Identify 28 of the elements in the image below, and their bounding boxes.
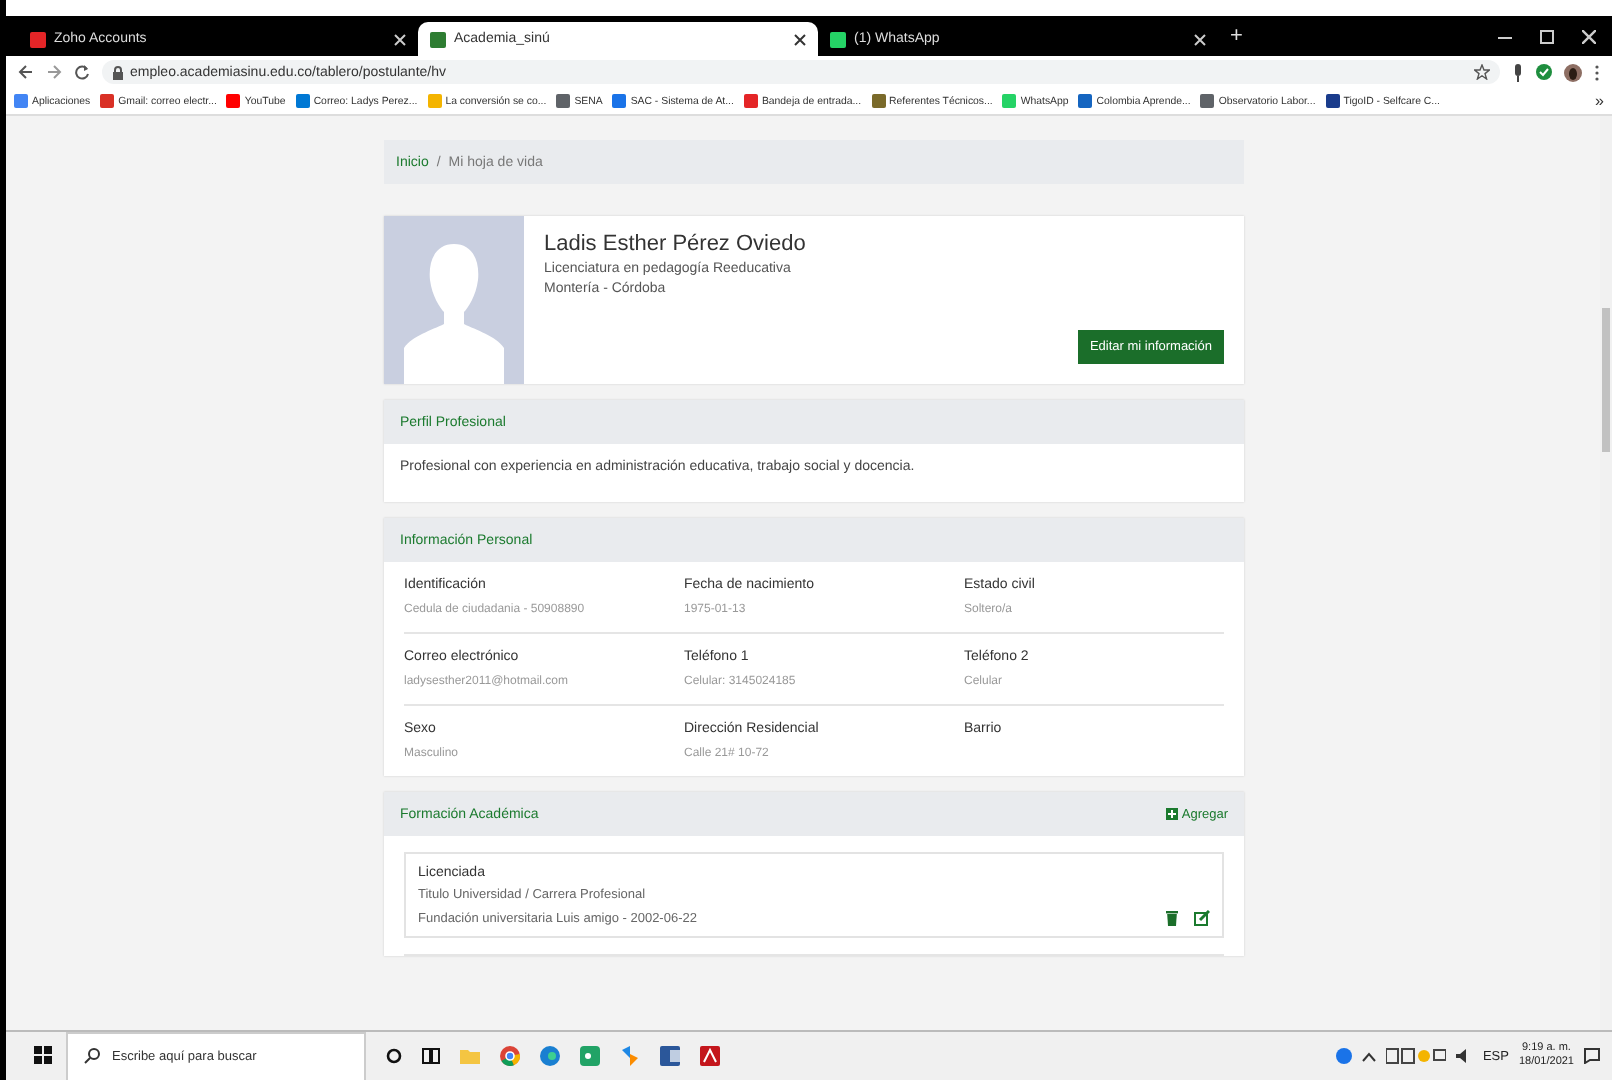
search-icon [84,1048,100,1064]
windows-start-icon[interactable] [34,1046,52,1064]
microphone-icon[interactable] [1512,63,1524,81]
back-arrow-icon[interactable] [18,64,34,80]
avatar-icon[interactable] [1564,63,1582,81]
reload-icon[interactable] [74,64,90,80]
notification-icon[interactable] [1584,1048,1600,1064]
menu-icon[interactable] [1594,63,1600,81]
new-tab-button[interactable]: + [1218,24,1255,48]
close-icon[interactable] [794,33,806,45]
task-view-icon[interactable] [422,1048,440,1064]
forward-arrow-icon[interactable] [46,64,62,80]
check-circle-icon[interactable] [1536,64,1552,80]
maximize-icon[interactable] [1540,29,1554,43]
trash-icon[interactable] [1166,910,1178,926]
cortana-circle-icon[interactable] [386,1048,402,1064]
caret-up-icon[interactable] [1362,1051,1377,1061]
help-circle-icon[interactable] [1336,1048,1353,1064]
word-icon[interactable] [660,1046,680,1066]
pdf-icon[interactable] [700,1046,720,1066]
edge-icon[interactable] [540,1046,560,1066]
more-bookmarks-button[interactable]: » [1595,92,1604,110]
star-icon[interactable] [1474,64,1490,80]
plus-square-icon [1165,808,1178,820]
lock-icon [112,65,124,79]
chrome-icon[interactable] [500,1046,520,1066]
edit-icon[interactable] [1194,910,1210,926]
profile-name: Ladis Esther Pérez Oviedo [544,232,808,256]
